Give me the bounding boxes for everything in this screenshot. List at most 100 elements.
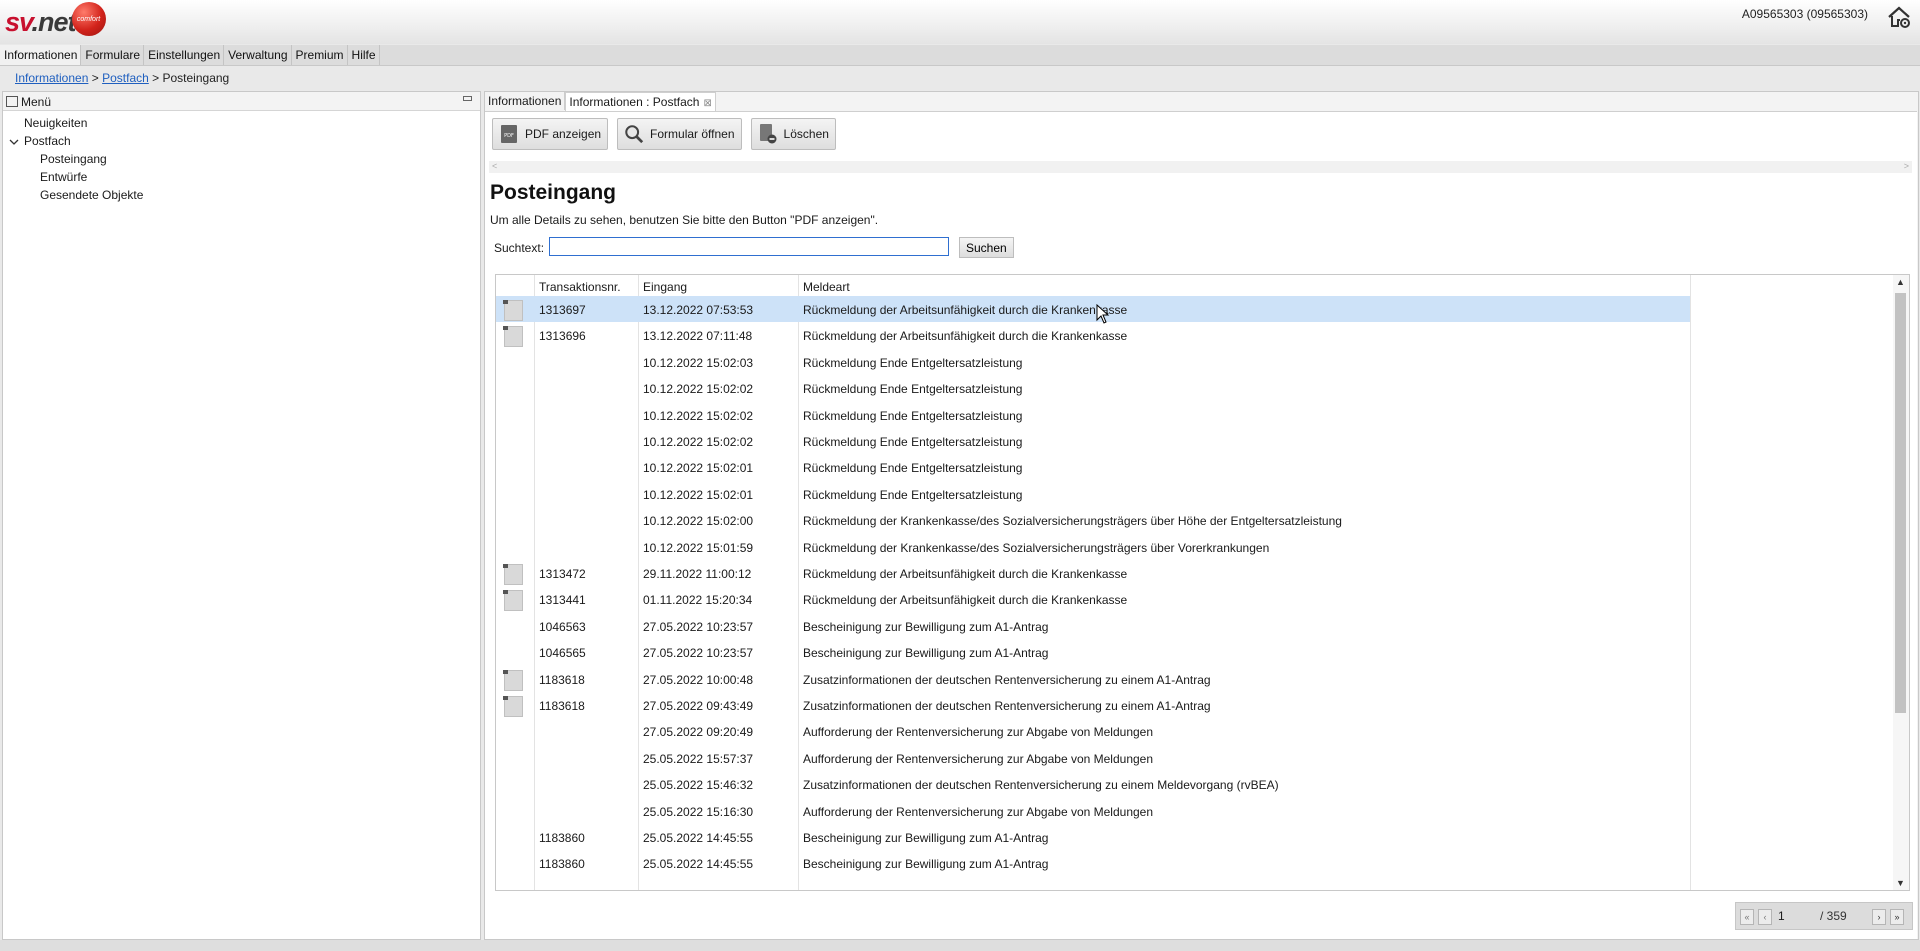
table-row[interactable]: 1183860 25.05.2022 14:45:55 Bescheinigung …	[496, 824, 1690, 850]
table-row[interactable]: 25.05.2022 15:16:30 Aufforderung der Rent…	[496, 798, 1690, 824]
cell-eingang: 01.11.2022 15:20:34	[643, 593, 753, 608]
status-bar	[0, 940, 1920, 951]
prev-page-button[interactable]: ‹	[1758, 909, 1772, 925]
content-panel: Informationen Informationen : Postfach ⊠ …	[484, 91, 1919, 940]
cell-eingang: 29.11.2022 11:00:12	[643, 567, 752, 581]
table-row[interactable]: 1313697 13.12.2022 07:53:53 Rückmeldung de…	[496, 296, 1690, 322]
tab-postfach-label: Informationen : Postfach	[569, 95, 700, 109]
menu-formulare[interactable]: Formulare	[81, 45, 145, 65]
cell-meldeart: Rückmeldung Ende Entgeltersatzleistung	[803, 435, 1023, 449]
cell-eingang: 10.12.2022 15:02:00	[643, 514, 754, 529]
table-row[interactable]: 1183618 27.05.2022 09:43:49 Zusatzinformat…	[496, 692, 1690, 718]
menu-premium[interactable]: Premium	[292, 45, 348, 65]
tree-item-posteingang[interactable]: Posteingang	[40, 152, 107, 166]
tree-item-postfach[interactable]: Postfach	[24, 134, 71, 148]
toolbar-scrollbar[interactable]: < >	[489, 161, 1912, 173]
cell-transaktionsnr: 1183618	[539, 699, 585, 713]
search-label: Suchtext:	[494, 241, 545, 255]
app-header: sv.net comfort A09565303 (09565303)	[0, 0, 1920, 44]
tree-item-gesendete-objekte[interactable]: Gesendete Objekte	[40, 188, 143, 202]
cell-eingang: 25.05.2022 14:45:55	[643, 831, 754, 845]
table-row[interactable]: 1183860 25.05.2022 14:45:55 Bescheinigung …	[496, 850, 1690, 876]
breadcrumb-separator: >	[91, 71, 99, 85]
cell-transaktionsnr: 1046563	[539, 619, 586, 634]
next-page-button[interactable]: ›	[1872, 909, 1886, 925]
cell-meldeart: Rückmeldung Ende Entgeltersatzleistung	[803, 487, 1023, 502]
home-settings-icon[interactable]	[1886, 4, 1912, 30]
table-row[interactable]: 10.12.2022 15:02:02 Rückmeldung Ende Entg…	[496, 402, 1690, 428]
table-row[interactable]: 10.12.2022 15:02:02 Rückmeldung Ende Entg…	[496, 428, 1690, 454]
menu-hilfe[interactable]: Hilfe	[348, 45, 380, 65]
minimize-icon[interactable]	[463, 96, 472, 101]
posteingang-view: PDF PDF anzeigen Formular öffnen Löschen…	[485, 111, 1917, 939]
cell-transaktionsnr: 1313472	[539, 567, 586, 581]
page-total: / 359	[1820, 909, 1847, 923]
table-row[interactable]: 10.12.2022 15:02:03 Rückmeldung Ende Entg…	[496, 349, 1690, 375]
table-row[interactable]: 1046565 27.05.2022 10:23:57 Bescheinigung …	[496, 639, 1690, 665]
breadcrumb: Informationen > Postfach > Posteingang	[15, 71, 229, 85]
table-row[interactable]: 1183618 27.05.2022 10:00:48 Zusatzinformat…	[496, 666, 1690, 692]
cell-eingang: 27.05.2022 09:43:49	[643, 699, 754, 713]
cell-meldeart: Rückmeldung Ende Entgeltersatzleistung	[803, 461, 1023, 476]
menu-informationen[interactable]: Informationen	[0, 45, 82, 65]
table-row[interactable]: 1313472 29.11.2022 11:00:12 Rückmeldung de…	[496, 560, 1690, 586]
table-row[interactable]: 1313696 13.12.2022 07:11:48 Rückmeldung de…	[496, 322, 1690, 348]
table-row[interactable]: 27.05.2022 09:20:49 Aufforderung der Rent…	[496, 718, 1690, 744]
scroll-right-icon[interactable]: >	[1904, 161, 1909, 171]
column-header-transaktionsnr[interactable]: Transaktionsnr.	[539, 280, 621, 294]
menu-einstellungen[interactable]: Einstellungen	[144, 45, 225, 65]
document-icon	[503, 669, 523, 691]
cell-transaktionsnr: 1183618	[539, 672, 585, 687]
table-row[interactable]: 10.12.2022 15:02:01 Rückmeldung Ende Entg…	[496, 481, 1690, 507]
table-row[interactable]: 10.12.2022 15:02:00 Rückmeldung der Krank…	[496, 507, 1690, 533]
scroll-down-icon[interactable]: ▼	[1896, 878, 1905, 888]
breadcrumb-informationen[interactable]: Informationen	[15, 71, 88, 85]
close-tab-icon[interactable]: ⊠	[703, 98, 711, 109]
cell-eingang: 25.05.2022 15:57:37	[643, 751, 754, 766]
cell-eingang: 10.12.2022 15:02:02	[643, 435, 754, 449]
scrollbar-thumb[interactable]	[1895, 293, 1906, 713]
page-number-input[interactable]: 1	[1778, 909, 1816, 923]
table-row[interactable]: 1313441 01.11.2022 15:20:34 Rückmeldung de…	[496, 586, 1690, 612]
cell-transaktionsnr: 1183860	[539, 831, 585, 845]
formular-oeffnen-button[interactable]: Formular öffnen	[617, 118, 742, 150]
table-row[interactable]: 10.12.2022 15:01:59 Rückmeldung der Krank…	[496, 534, 1690, 560]
cell-transaktionsnr: 1183860	[539, 857, 585, 872]
suchen-button[interactable]: Suchen	[959, 237, 1014, 258]
cell-eingang: 10.12.2022 15:02:01	[643, 487, 754, 502]
table-row[interactable]: 10.12.2022 15:02:02 Rückmeldung Ende Entg…	[496, 375, 1690, 401]
table-row[interactable]: 1046563 27.05.2022 10:23:57 Bescheinigung …	[496, 613, 1690, 639]
cell-eingang: 10.12.2022 15:02:02	[643, 382, 754, 397]
table-row[interactable]: 10.12.2022 15:02:01 Rückmeldung Ende Entg…	[496, 454, 1690, 480]
scroll-left-icon[interactable]: <	[492, 161, 497, 171]
tab-informationen[interactable]: Informationen	[485, 92, 566, 110]
tab-informationen-postfach[interactable]: Informationen : Postfach ⊠	[565, 92, 716, 111]
first-page-button[interactable]: «	[1740, 909, 1754, 925]
column-header-eingang[interactable]: Eingang	[643, 280, 687, 294]
pdf-anzeigen-button[interactable]: PDF PDF anzeigen	[492, 118, 609, 150]
table-row[interactable]: 25.05.2022 15:46:32 Zusatzinformationen d…	[496, 771, 1690, 797]
menu-verwaltung[interactable]: Verwaltung	[224, 45, 292, 65]
cell-meldeart: Rückmeldung der Krankenkasse/des Sozialv…	[803, 514, 1342, 529]
column-header-meldeart[interactable]: Meldeart	[803, 280, 850, 294]
tree-item-neuigkeiten[interactable]: Neuigkeiten	[24, 116, 87, 130]
cell-transaktionsnr: 1046565	[539, 646, 586, 661]
cell-eingang: 27.05.2022 10:23:57	[643, 619, 754, 634]
table-row[interactable]: 25.05.2022 15:57:37 Aufforderung der Rent…	[496, 745, 1690, 771]
table-scrollbar[interactable]: ▲ ▼	[1893, 275, 1909, 890]
document-icon	[503, 300, 523, 321]
breadcrumb-postfach[interactable]: Postfach	[102, 71, 149, 85]
loeschen-button[interactable]: Löschen	[750, 118, 836, 150]
cell-eingang: 13.12.2022 07:53:53	[643, 303, 754, 317]
logo-badge: comfort	[71, 2, 106, 36]
chevron-down-icon[interactable]	[9, 137, 19, 147]
cell-eingang: 13.12.2022 07:11:48	[643, 329, 753, 344]
last-page-button[interactable]: »	[1890, 909, 1904, 925]
scroll-up-icon[interactable]: ▲	[1896, 277, 1905, 287]
document-icon	[503, 590, 523, 612]
cell-meldeart: Zusatzinformationen der deutschen Renten…	[803, 672, 1211, 687]
page-hint: Um alle Details zu sehen, benutzen Sie b…	[490, 213, 879, 227]
search-input[interactable]	[549, 237, 949, 256]
tree-item-entwuerfe[interactable]: Entwürfe	[40, 170, 87, 184]
menu-panel-icon	[6, 96, 18, 107]
